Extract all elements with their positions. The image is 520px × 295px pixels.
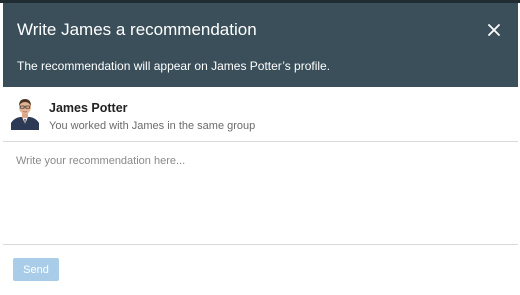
dialog-footer: Send <box>3 246 518 292</box>
profile-row: James Potter You worked with James in th… <box>3 87 518 141</box>
profile-name: James Potter <box>49 101 128 115</box>
avatar <box>11 96 39 130</box>
dialog-title: Write James a recommendation <box>17 20 257 39</box>
recommendation-dialog: Write James a recommendation The recomme… <box>0 0 520 295</box>
recommendation-input[interactable] <box>3 143 518 243</box>
send-button[interactable]: Send <box>13 258 59 281</box>
divider <box>3 244 518 245</box>
profile-context: You worked with James in the same group <box>49 120 256 132</box>
close-button[interactable] <box>483 19 505 41</box>
close-icon <box>488 24 500 36</box>
dialog-header: Write James a recommendation The recomme… <box>3 3 518 87</box>
divider <box>3 141 518 142</box>
dialog-subtitle: The recommendation will appear on James … <box>17 59 331 73</box>
